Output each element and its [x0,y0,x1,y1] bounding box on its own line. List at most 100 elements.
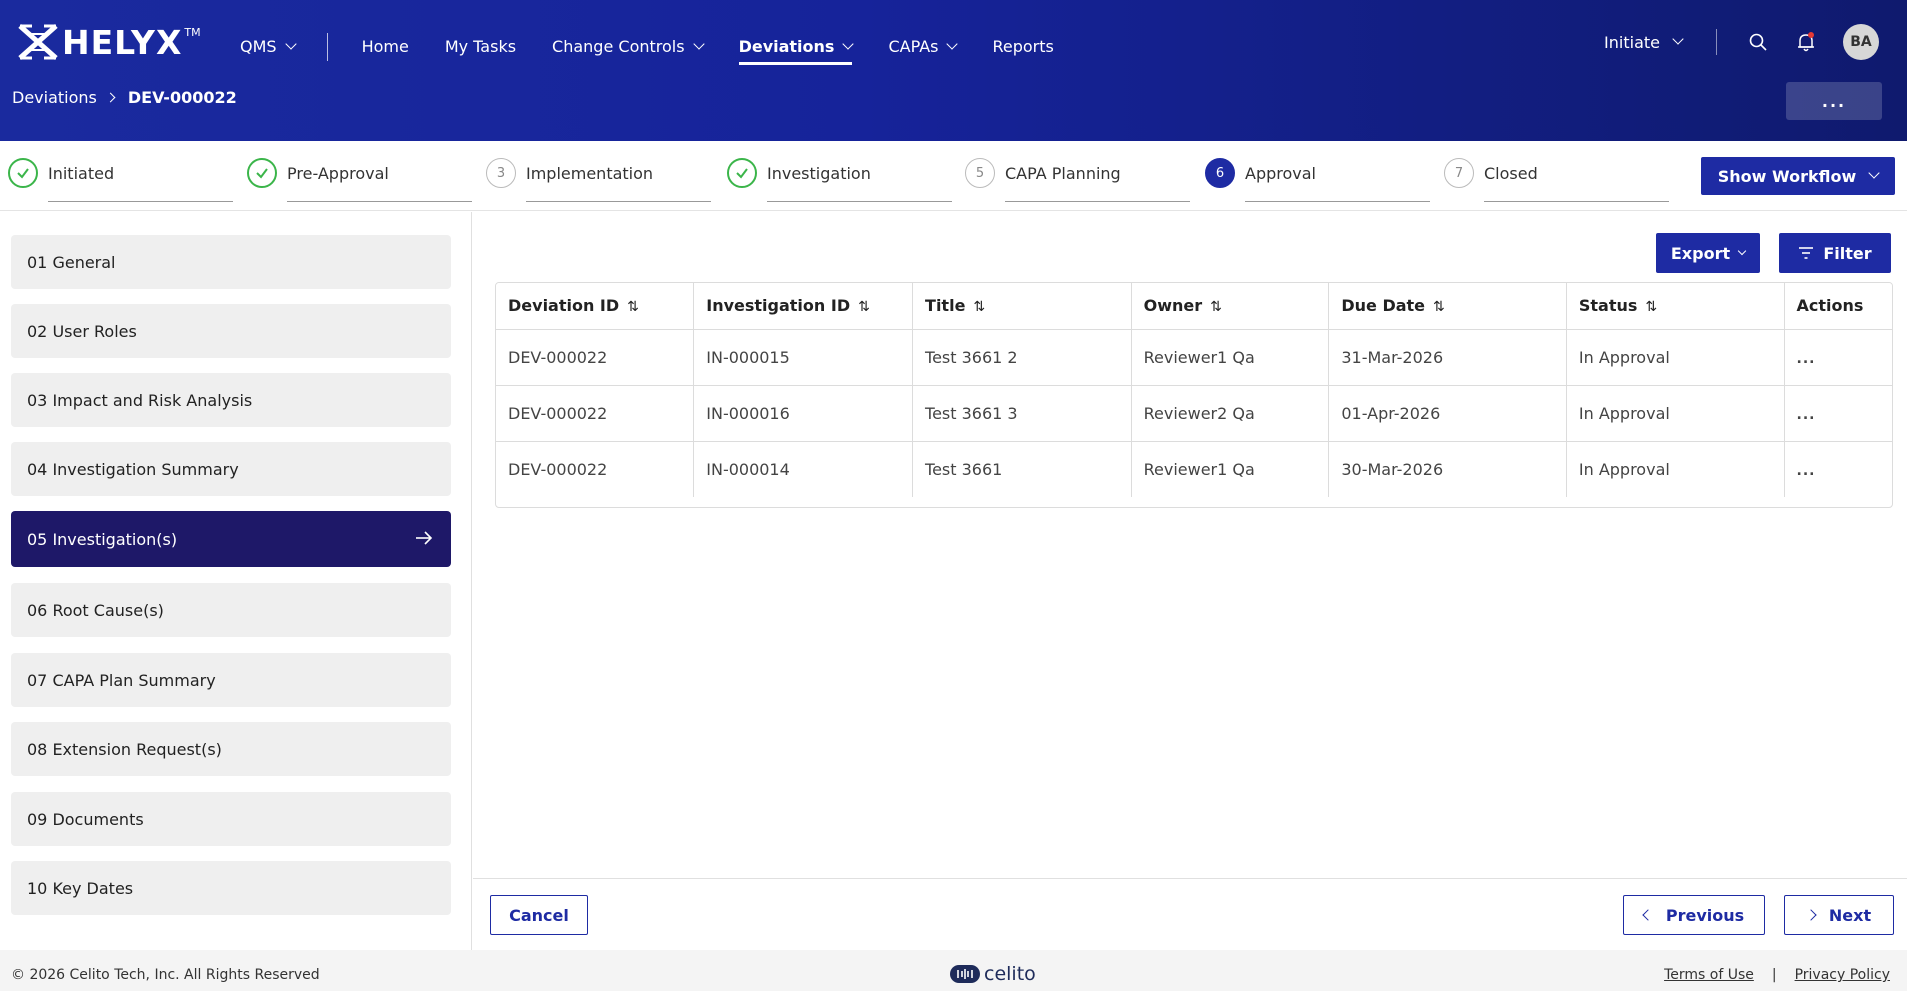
bell-icon[interactable] [1795,31,1817,53]
cell-owner: Reviewer1 Qa [1131,441,1330,497]
more-options-button[interactable]: ... [1786,82,1882,120]
sidebar-item-documents[interactable]: 09 Documents [11,792,451,846]
column-header-label: Status [1578,296,1638,316]
cell-owner: Reviewer2 Qa [1131,385,1330,442]
column-header-title[interactable]: Title ⇅ [912,283,1132,330]
sidebar-item-root-causes[interactable]: 06 Root Cause(s) [11,583,451,637]
nav-my-tasks[interactable]: My Tasks [445,31,516,63]
section-sidebar: 01 General 02 User Roles 03 Impact and R… [0,212,472,950]
sidebar-item-label: 10 Key Dates [27,878,134,898]
arrow-right-icon [416,531,433,545]
column-header-label: Title [925,296,966,316]
user-avatar[interactable]: BA [1843,24,1879,60]
footer-link-separator: | [1771,967,1777,983]
breadcrumb-deviations[interactable]: Deviations [12,88,97,107]
step-label: Initiated [48,164,233,202]
chevron-down-icon [284,37,297,50]
sidebar-item-investigations[interactable]: 05 Investigation(s) [11,511,451,567]
nav-change-controls[interactable]: Change Controls [552,31,705,63]
copyright-text: © 2026 Celito Tech, Inc. All Rights Rese… [11,967,320,983]
chevron-down-icon [692,37,705,50]
helyx-logo[interactable]: HELYX TM [16,22,201,62]
show-workflow-label: Show Workflow [1717,166,1857,186]
main-nav: QMS Home My Tasks Change Controls Deviat… [240,28,1090,65]
cell-investigation-id: IN-000015 [693,329,914,386]
table-row[interactable]: DEV-000022 IN-000016 Test 3661 3 Reviewe… [496,385,1892,442]
initiate-dropdown[interactable]: Initiate [1604,32,1684,52]
step-label: Approval [1245,164,1430,202]
chevron-down-icon [946,37,959,50]
search-icon[interactable] [1747,31,1769,53]
cell-status: In Approval [1566,385,1785,442]
filter-button[interactable]: Filter [1779,233,1891,273]
sidebar-item-label: 04 Investigation Summary [27,459,239,479]
column-header-status[interactable]: Status ⇅ [1566,283,1785,330]
footer-links: Terms of Use | Privacy Policy [1664,967,1890,983]
export-button[interactable]: Export [1656,233,1760,273]
column-header-owner[interactable]: Owner ⇅ [1131,283,1330,330]
sidebar-item-user-roles[interactable]: 02 User Roles [11,304,451,358]
sidebar-item-label: 05 Investigation(s) [27,529,178,549]
nav-capas[interactable]: CAPAs [888,31,959,63]
sidebar-item-label: 02 User Roles [27,321,137,341]
sort-icon: ⇅ [973,298,986,315]
sort-icon: ⇅ [858,298,870,315]
table-row[interactable]: DEV-000022 IN-000014 Test 3661 Reviewer1… [496,441,1892,497]
nav-deviations-label: Deviations [738,37,835,56]
cell-title: Test 3661 [912,441,1132,497]
column-header-due-date[interactable]: Due Date ⇅ [1328,283,1567,330]
sidebar-item-impact-risk[interactable]: 03 Impact and Risk Analysis [11,373,451,427]
previous-button[interactable]: Previous [1623,895,1765,935]
column-header-actions: Actions [1784,283,1892,330]
logo-trademark: TM [184,25,201,39]
check-circle-icon [8,158,38,188]
column-header-deviation-id[interactable]: Deviation ID ⇅ [496,283,695,330]
next-label: Next [1828,905,1872,925]
chevron-down-icon [842,37,855,50]
initiate-label: Initiate [1604,32,1660,52]
filter-icon [1799,247,1814,259]
column-header-investigation-id[interactable]: Investigation ID ⇅ [693,283,914,330]
chevron-down-icon [1737,246,1747,256]
terms-of-use-link[interactable]: Terms of Use [1664,967,1754,983]
previous-label: Previous [1665,905,1745,925]
nav-home[interactable]: Home [362,31,409,63]
cell-deviation-id: DEV-000022 [496,385,695,442]
show-workflow-button[interactable]: Show Workflow [1701,157,1895,195]
sidebar-item-label: 08 Extension Request(s) [27,739,222,759]
nav-qms[interactable]: QMS [240,31,297,63]
sort-icon: ⇅ [627,298,639,315]
celito-logo: celito [950,963,1036,985]
nav-reports[interactable]: Reports [992,31,1053,63]
cancel-button[interactable]: Cancel [490,895,588,935]
sidebar-item-capa-plan-summary[interactable]: 07 CAPA Plan Summary [11,653,451,707]
sidebar-item-investigation-summary[interactable]: 04 Investigation Summary [11,442,451,496]
chevron-down-icon [1672,33,1684,45]
more-actions-icon[interactable]: ... [1797,463,1816,479]
logo-text: HELYX [62,22,183,62]
table-row[interactable]: DEV-000022 IN-000015 Test 3661 2 Reviewe… [496,329,1892,386]
sort-icon: ⇅ [1645,298,1658,315]
sidebar-item-label: 07 CAPA Plan Summary [27,670,216,690]
sidebar-item-key-dates[interactable]: 10 Key Dates [11,861,451,915]
step-label: Investigation [767,164,952,202]
check-circle-icon [247,158,277,188]
next-button[interactable]: Next [1784,895,1894,935]
breadcrumb: Deviations DEV-000022 [12,88,237,107]
cell-investigation-id: IN-000016 [693,385,914,442]
sidebar-item-general[interactable]: 01 General [11,235,451,289]
step-number: 3 [486,158,516,188]
more-actions-icon[interactable]: ... [1797,407,1816,423]
cell-due-date: 31-Mar-2026 [1328,329,1567,386]
nav-deviations[interactable]: Deviations [738,33,855,65]
sidebar-item-extension-requests[interactable]: 08 Extension Request(s) [11,722,451,776]
header-divider [1716,29,1717,55]
cell-deviation-id: DEV-000022 [496,441,695,497]
sidebar-item-label: 01 General [27,252,116,272]
step-number: 5 [965,158,995,188]
more-actions-icon[interactable]: ... [1797,351,1816,367]
nav-my-tasks-label: My Tasks [444,37,517,56]
privacy-policy-link[interactable]: Privacy Policy [1795,967,1890,983]
column-header-label: Deviation ID [508,296,620,316]
chevron-right-icon [1805,909,1817,921]
